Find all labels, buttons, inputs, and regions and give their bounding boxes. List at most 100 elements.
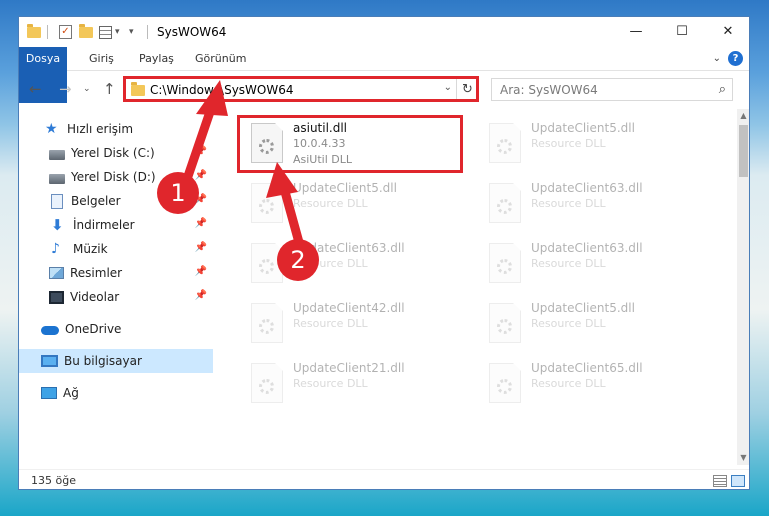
file-description: Resource DLL xyxy=(531,197,606,210)
gear-icon xyxy=(259,199,274,214)
gear-icon xyxy=(259,259,274,274)
sidebar-item-network[interactable]: Ağ xyxy=(19,381,213,405)
scroll-down-icon[interactable]: ▼ xyxy=(737,451,749,465)
file-name: UpdateClient5.dll xyxy=(293,181,397,195)
file-description: Resource DLL xyxy=(293,197,368,210)
gear-icon xyxy=(497,259,512,274)
file-item[interactable]: UpdateClient63.dll Resource DLL xyxy=(241,235,471,291)
sidebar-item-disk-c[interactable]: Yerel Disk (C:) 📌 xyxy=(19,141,213,165)
large-icons-view-icon[interactable] xyxy=(731,475,745,487)
sidebar-item-label: Müzik xyxy=(73,242,108,256)
sidebar-item-videos[interactable]: Videolar 📌 xyxy=(19,285,213,309)
customize-toolbar-icon[interactable]: ▾ xyxy=(129,24,134,40)
file-item[interactable]: UpdateClient42.dll Resource DLL xyxy=(241,295,471,351)
dll-file-icon xyxy=(489,243,521,283)
file-description: Resource DLL xyxy=(531,257,606,270)
file-item[interactable]: UpdateClient21.dll Resource DLL xyxy=(241,355,471,411)
pin-icon: 📌 xyxy=(194,266,207,277)
cloud-icon xyxy=(41,326,59,335)
dll-file-icon xyxy=(489,123,521,163)
gear-icon xyxy=(497,139,512,154)
file-description: Resource DLL xyxy=(531,377,606,390)
dll-file-icon xyxy=(489,363,521,403)
file-description: Resource DLL xyxy=(531,317,606,330)
details-view-icon[interactable] xyxy=(713,475,727,487)
file-item[interactable]: UpdateClient5.dll Resource DLL xyxy=(479,115,709,171)
sidebar-item-downloads[interactable]: ⬇ İndirmeler 📌 xyxy=(19,213,213,237)
file-item[interactable]: UpdateClient5.dll Resource DLL xyxy=(479,295,709,351)
dll-file-icon xyxy=(489,303,521,343)
search-input[interactable]: Ara: SysWOW64 xyxy=(500,83,598,97)
drive-icon xyxy=(49,173,65,184)
file-description: Resource DLL xyxy=(293,377,368,390)
scrollbar-thumb[interactable] xyxy=(739,125,748,177)
download-arrow-icon: ⬇ xyxy=(51,216,64,234)
recent-locations-icon[interactable]: ⌄ xyxy=(83,80,91,98)
document-icon xyxy=(51,193,63,209)
file-name: UpdateClient63.dll xyxy=(531,181,643,195)
minimize-button[interactable]: — xyxy=(613,17,659,47)
sidebar-item-label: Yerel Disk (C:) xyxy=(71,146,155,160)
tab-view[interactable]: Görünüm xyxy=(195,47,246,71)
file-name: UpdateClient21.dll xyxy=(293,361,405,375)
dll-file-icon xyxy=(489,183,521,223)
file-item[interactable]: UpdateClient65.dll Resource DLL xyxy=(479,355,709,411)
item-count: 135 öğe xyxy=(31,474,76,487)
sidebar-item-label: Resimler xyxy=(70,266,123,280)
gear-icon xyxy=(259,319,274,334)
tab-share[interactable]: Paylaş xyxy=(139,47,174,71)
sidebar-item-quick-access[interactable]: ★ Hızlı erişim xyxy=(19,117,213,141)
sidebar-item-pictures[interactable]: Resimler 📌 xyxy=(19,261,213,285)
file-description: Resource DLL xyxy=(293,317,368,330)
file-item[interactable]: UpdateClient63.dll Resource DLL xyxy=(479,175,709,231)
network-icon xyxy=(41,387,57,399)
properties-icon[interactable] xyxy=(99,24,112,40)
separator xyxy=(147,24,148,40)
gear-icon xyxy=(259,379,274,394)
sidebar-item-label: Belgeler xyxy=(71,194,121,208)
music-note-icon: ♪ xyxy=(51,241,60,257)
sidebar-item-label: OneDrive xyxy=(65,322,122,336)
window-title: SysWOW64 xyxy=(157,25,227,39)
forward-icon[interactable]: → xyxy=(59,80,72,98)
file-name: UpdateClient5.dll xyxy=(531,301,635,315)
tab-home[interactable]: Giriş xyxy=(89,47,114,71)
scroll-up-icon[interactable]: ▲ xyxy=(737,109,749,123)
qa-dropdown-icon[interactable]: ▾ xyxy=(115,24,120,40)
title-bar: ✓ ▾ ▾ SysWOW64 — ☐ ✕ xyxy=(19,17,749,47)
pin-icon: 📌 xyxy=(194,146,207,157)
file-description: Resource DLL xyxy=(531,137,606,150)
sidebar-item-label: Ağ xyxy=(63,386,79,400)
sidebar-item-onedrive[interactable]: OneDrive xyxy=(19,317,213,341)
file-name: UpdateClient65.dll xyxy=(531,361,643,375)
sidebar-item-label: İndirmeler xyxy=(73,218,135,232)
file-name: UpdateClient5.dll xyxy=(531,121,635,135)
expand-ribbon-icon[interactable]: ⌄ xyxy=(713,53,721,64)
vertical-scrollbar[interactable]: ▲ ▼ xyxy=(737,109,749,465)
step-badge-2: 2 xyxy=(277,239,319,281)
help-icon[interactable]: ? xyxy=(728,51,743,66)
search-icon[interactable]: ⌕ xyxy=(719,82,726,97)
up-icon[interactable]: ↑ xyxy=(103,80,116,98)
pin-icon: 📌 xyxy=(194,242,207,253)
file-item[interactable]: UpdateClient63.dll Resource DLL xyxy=(479,235,709,291)
video-icon xyxy=(49,290,64,304)
new-folder-icon[interactable] xyxy=(79,23,93,40)
gear-icon xyxy=(497,319,512,334)
folder-icon xyxy=(27,23,41,40)
file-item[interactable]: UpdateClient5.dll Resource DLL xyxy=(241,175,471,231)
dll-file-icon xyxy=(251,183,283,223)
search-box[interactable]: Ara: SysWOW64 ⌕ xyxy=(491,78,733,101)
close-button[interactable]: ✕ xyxy=(705,17,749,47)
sidebar-item-this-pc[interactable]: Bu bilgisayar xyxy=(19,349,213,373)
gear-icon xyxy=(497,379,512,394)
maximize-button[interactable]: ☐ xyxy=(659,17,705,47)
dll-file-icon xyxy=(251,363,283,403)
back-icon[interactable]: ← xyxy=(29,80,42,98)
pin-icon: 📌 xyxy=(194,290,207,301)
sidebar-item-music[interactable]: ♪ Müzik 📌 xyxy=(19,237,213,261)
properties-checkmark-icon[interactable]: ✓ xyxy=(59,24,72,40)
step-badge-1: 1 xyxy=(157,172,199,214)
drive-icon xyxy=(49,149,65,160)
sidebar-item-label: Bu bilgisayar xyxy=(64,354,142,368)
